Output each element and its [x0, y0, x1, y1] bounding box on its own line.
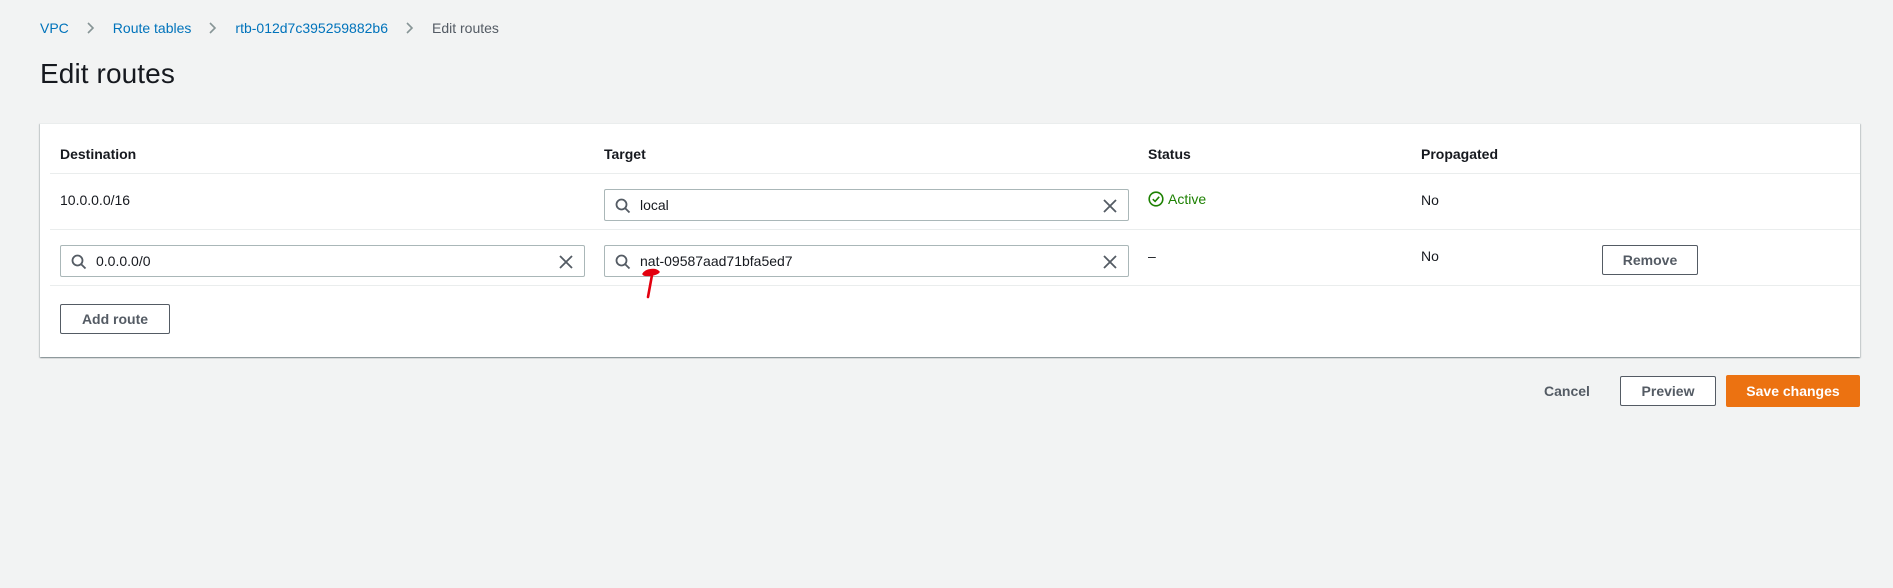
breadcrumb-current: Edit routes [431, 20, 499, 36]
search-icon [615, 254, 631, 270]
destination-value: 10.0.0.0/16 [60, 192, 131, 208]
preview-button[interactable]: Preview [1620, 376, 1716, 406]
close-icon[interactable] [1102, 254, 1118, 270]
target-input[interactable]: nat-09587aad71bfa5ed7 [604, 245, 1129, 277]
search-icon [615, 198, 631, 214]
breadcrumb-link-route-tables[interactable]: Route tables [113, 20, 192, 36]
status-value: – [1148, 248, 1156, 264]
column-header-destination: Destination [60, 146, 137, 162]
chevron-right-icon [204, 18, 222, 38]
cancel-button[interactable]: Cancel [1536, 376, 1598, 406]
save-changes-button[interactable]: Save changes [1726, 375, 1860, 407]
chevron-right-icon [82, 18, 100, 38]
check-circle-icon [1148, 191, 1164, 207]
row-divider [50, 285, 1860, 286]
page-title: Edit routes [40, 58, 175, 89]
target-input-value: local [640, 197, 669, 213]
propagated-value: No [1421, 192, 1439, 208]
close-icon[interactable] [1102, 198, 1118, 214]
search-icon [71, 254, 87, 270]
row-divider [50, 173, 1860, 174]
row-divider [50, 229, 1860, 230]
column-header-propagated: Propagated [1421, 146, 1499, 162]
routes-table: Destination Target Status Propagated 10.… [40, 123, 1860, 357]
column-header-target: Target [604, 146, 646, 162]
status-badge: Active [1148, 191, 1206, 207]
breadcrumb: VPC Route tables rtb-012d7c395259882b6 E… [40, 18, 499, 38]
target-input[interactable]: local [604, 189, 1129, 221]
annotation-mark-icon [642, 268, 660, 299]
close-icon[interactable] [558, 254, 574, 270]
chevron-right-icon [401, 18, 419, 38]
remove-route-button[interactable]: Remove [1602, 245, 1698, 275]
breadcrumb-link-vpc[interactable]: VPC [40, 20, 69, 36]
status-text: Active [1168, 191, 1207, 207]
propagated-value: No [1421, 248, 1439, 264]
column-header-status: Status [1148, 146, 1191, 162]
add-route-button[interactable]: Add route [60, 304, 170, 334]
destination-input[interactable]: 0.0.0.0/0 [60, 245, 585, 277]
breadcrumb-link-route-table-id[interactable]: rtb-012d7c395259882b6 [235, 20, 388, 36]
destination-input-value: 0.0.0.0/0 [96, 253, 151, 269]
